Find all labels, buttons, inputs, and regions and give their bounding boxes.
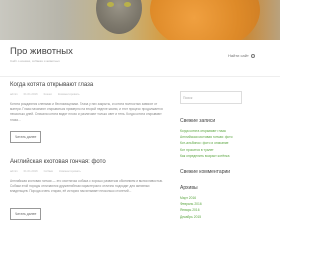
cat-eye xyxy=(107,2,114,7)
post-comments-link[interactable]: Комментировать xyxy=(59,169,81,173)
cat-eye xyxy=(124,2,131,7)
post-title[interactable]: Английская кхотовая гончая: фото xyxy=(10,159,168,165)
cat-image xyxy=(96,0,142,34)
site-description: Сайт о кошках, собаках и животных xyxy=(10,59,60,63)
widget-title: Свежие записи xyxy=(180,118,216,124)
post-category[interactable]: Собаки xyxy=(44,169,53,173)
header-search-label[interactable]: Найти сайт xyxy=(228,53,249,58)
widget-title: Свежие комментарии xyxy=(180,169,231,176)
post-author[interactable]: admin xyxy=(10,169,18,173)
post-date[interactable]: 01.01.2016 xyxy=(24,169,38,173)
archive-link[interactable]: Декабрь 2015 xyxy=(180,214,274,220)
post-date[interactable]: 01.01.2016 xyxy=(24,92,38,96)
recent-posts-widget: Свежие записи Когда котята открывают гла… xyxy=(180,118,274,159)
read-more-button[interactable]: Читать далее xyxy=(10,131,42,143)
site-title[interactable]: Про животных xyxy=(10,46,73,57)
header-search[interactable]: Найти сайт xyxy=(228,53,255,58)
post-excerpt: Английская кхотовая гончая — это охотнич… xyxy=(10,179,164,194)
read-more-button[interactable]: Читать далее xyxy=(10,208,42,220)
archives-widget: Архивы Март 2016 Февраль 2016 Январь 201… xyxy=(180,185,274,220)
post-category[interactable]: Кошки xyxy=(44,92,52,96)
recent-post-link[interactable]: Как определить возраст котёнка xyxy=(180,153,274,159)
search-icon[interactable] xyxy=(250,53,255,58)
post-author[interactable]: admin xyxy=(10,92,18,96)
header-divider xyxy=(0,76,280,77)
post: Когда котята открывают глаза admin 01.01… xyxy=(10,82,168,143)
post-title[interactable]: Когда котята открывают глаза xyxy=(10,82,168,88)
header-image xyxy=(0,0,280,40)
post-meta: admin 01.01.2016 Кошки Комментировать xyxy=(10,92,168,96)
dog-image xyxy=(150,0,260,40)
post-excerpt: Котята рождаются слепыми и беспомощными.… xyxy=(10,102,163,122)
sidebar: Поиск Свежие записи Когда котята открыва… xyxy=(180,91,274,230)
sidebar-search-input[interactable]: Поиск xyxy=(180,91,242,104)
post-list: Когда котята открывают глаза admin 01.01… xyxy=(10,82,168,236)
post-meta: admin 01.01.2016 Собаки Комментировать xyxy=(10,169,168,173)
widget-title: Архивы xyxy=(180,185,198,192)
post: Английская кхотовая гончая: фото admin 0… xyxy=(10,159,168,220)
post-comments-link[interactable]: Комментировать xyxy=(58,92,80,96)
recent-comments-widget: Свежие комментарии xyxy=(180,169,274,175)
